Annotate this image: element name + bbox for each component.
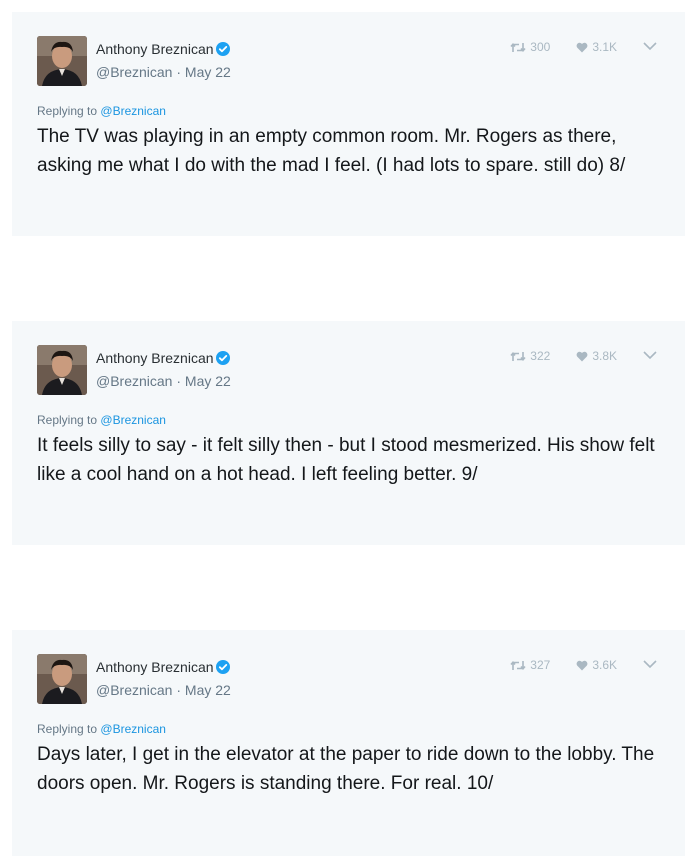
chevron-down-icon[interactable] [643, 40, 657, 54]
retweet-icon [510, 660, 526, 670]
verified-badge-icon [215, 42, 230, 59]
verified-badge-icon [215, 660, 230, 677]
avatar[interactable] [37, 345, 87, 395]
replying-to: Replying to @Breznican [37, 722, 166, 736]
like-count[interactable]: 3.6K [576, 658, 617, 672]
like-count[interactable]: 3.1K [576, 40, 617, 54]
avatar[interactable] [37, 654, 87, 704]
retweet-count[interactable]: 322 [510, 349, 550, 363]
heart-icon [576, 42, 588, 52]
author-name[interactable]: Anthony Breznican [96, 350, 230, 368]
tweet-text: Days later, I get in the elevator at the… [37, 744, 655, 794]
replying-to: Replying to @Breznican [37, 413, 166, 427]
retweet-count[interactable]: 300 [510, 40, 550, 54]
replying-to-label: Replying to [37, 722, 98, 736]
chevron-down-icon[interactable] [643, 658, 657, 672]
author-name[interactable]: Anthony Breznican [96, 41, 230, 59]
tweet-card: Anthony Breznican @Breznican · May 22 30… [12, 12, 685, 236]
like-count[interactable]: 3.8K [576, 349, 617, 363]
author-name-text[interactable]: Anthony Breznican [96, 659, 214, 675]
tweet-text: The TV was playing in an empty common ro… [37, 126, 626, 176]
avatar[interactable] [37, 36, 87, 86]
retweet-count-text: 327 [530, 658, 551, 672]
tweet-actions: 300 3.1K [510, 40, 657, 54]
replying-to: Replying to @Breznican [37, 104, 166, 118]
tweet-actions: 322 3.8K [510, 349, 657, 363]
heart-icon [576, 351, 588, 361]
author-name-text[interactable]: Anthony Breznican [96, 350, 214, 366]
retweet-icon [510, 42, 526, 52]
replying-to-mention[interactable]: @Breznican [100, 413, 166, 427]
retweet-count-text: 300 [530, 40, 551, 54]
handle-date[interactable]: @Breznican · May 22 [96, 682, 231, 698]
like-count-text: 3.8K [592, 349, 617, 363]
replying-to-label: Replying to [37, 413, 98, 427]
verified-badge-icon [215, 351, 230, 368]
chevron-down-icon[interactable] [643, 349, 657, 363]
retweet-count-text: 322 [530, 349, 551, 363]
heart-icon [576, 660, 588, 670]
tweet-actions: 327 3.6K [510, 658, 657, 672]
tweet-card: Anthony Breznican @Breznican · May 22 32… [12, 630, 685, 856]
retweet-icon [510, 351, 526, 361]
handle-date[interactable]: @Breznican · May 22 [96, 64, 231, 80]
retweet-count[interactable]: 327 [510, 658, 550, 672]
replying-to-mention[interactable]: @Breznican [100, 722, 166, 736]
tweet-card: Anthony Breznican @Breznican · May 22 32… [12, 321, 685, 545]
replying-to-mention[interactable]: @Breznican [100, 104, 166, 118]
like-count-text: 3.6K [592, 658, 617, 672]
author-name-text[interactable]: Anthony Breznican [96, 41, 214, 57]
handle-date[interactable]: @Breznican · May 22 [96, 373, 231, 389]
tweet-text: It feels silly to say - it felt silly th… [37, 435, 655, 485]
replying-to-label: Replying to [37, 104, 98, 118]
like-count-text: 3.1K [592, 40, 617, 54]
author-name[interactable]: Anthony Breznican [96, 659, 230, 677]
